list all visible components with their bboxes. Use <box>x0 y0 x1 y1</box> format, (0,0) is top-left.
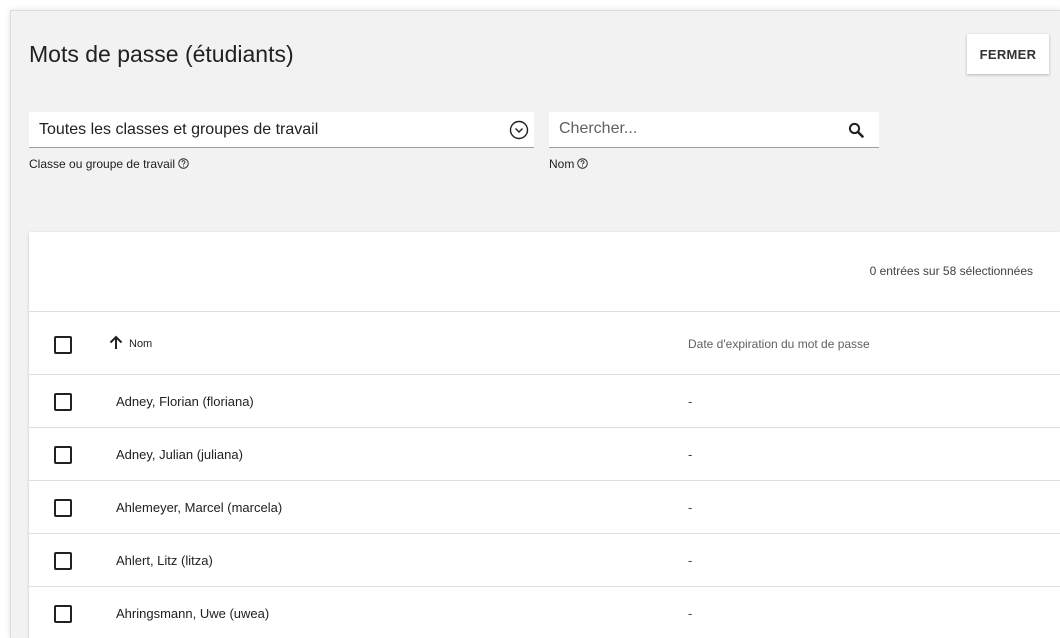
row-checkbox[interactable] <box>54 552 72 570</box>
search-input[interactable] <box>559 118 839 140</box>
help-icon[interactable] <box>178 158 189 169</box>
table-row[interactable]: Adney, Julian (juliana) - <box>29 427 1060 480</box>
password-expiration: - <box>688 447 693 462</box>
select-all-checkbox[interactable] <box>54 336 72 354</box>
password-expiration: - <box>688 394 693 409</box>
password-expiration: - <box>688 500 693 515</box>
table-row[interactable]: Ahlert, Litz (litza) - <box>29 533 1060 586</box>
column-header-expiration[interactable]: Date d'expiration du mot de passe <box>688 337 870 351</box>
row-checkbox[interactable] <box>54 605 72 623</box>
arrow-up-icon[interactable] <box>108 334 124 350</box>
password-expiration: - <box>688 553 693 568</box>
close-button[interactable]: FERMER <box>967 34 1049 74</box>
class-group-caption: Classe ou groupe de travail <box>29 157 189 171</box>
search-caption: Nom <box>549 157 589 171</box>
student-name: Adney, Julian (juliana) <box>116 447 243 462</box>
students-table: 0 entrées sur 58 sélectionnées Nom Date … <box>29 232 1060 638</box>
class-group-caption-text: Classe ou groupe de travail <box>29 157 176 171</box>
chevron-down-circle-icon[interactable] <box>509 120 529 140</box>
search-icon[interactable] <box>848 122 864 138</box>
student-name: Ahlemeyer, Marcel (marcela) <box>116 500 283 515</box>
table-row[interactable]: Ahlemeyer, Marcel (marcela) - <box>29 480 1060 533</box>
table-row[interactable]: Adney, Florian (floriana) - <box>29 374 1060 427</box>
class-group-select-value: Toutes les classes et groupes de travail <box>39 121 319 138</box>
column-header-name[interactable]: Nom <box>129 338 152 350</box>
selection-count: 0 entrées sur 58 sélectionnées <box>869 264 1033 278</box>
student-passwords-dialog: Mots de passe (étudiants) FERMER Toutes … <box>10 10 1060 638</box>
row-checkbox[interactable] <box>54 499 72 517</box>
row-checkbox[interactable] <box>54 393 72 411</box>
student-name: Adney, Florian (floriana) <box>116 394 254 409</box>
name-search-field <box>549 112 879 148</box>
search-caption-text: Nom <box>549 157 575 171</box>
table-header-row: Nom Date d'expiration du mot de passe <box>29 311 1060 374</box>
help-icon[interactable] <box>577 158 589 169</box>
table-row[interactable]: Ahringsmann, Uwe (uwea) - <box>29 586 1060 638</box>
password-expiration: - <box>688 606 693 621</box>
page-title: Mots de passe (étudiants) <box>29 41 294 67</box>
class-group-select[interactable]: Toutes les classes et groupes de travail <box>29 112 534 148</box>
student-name: Ahlert, Litz (litza) <box>116 553 213 568</box>
student-name: Ahringsmann, Uwe (uwea) <box>116 606 270 621</box>
row-checkbox[interactable] <box>54 446 72 464</box>
